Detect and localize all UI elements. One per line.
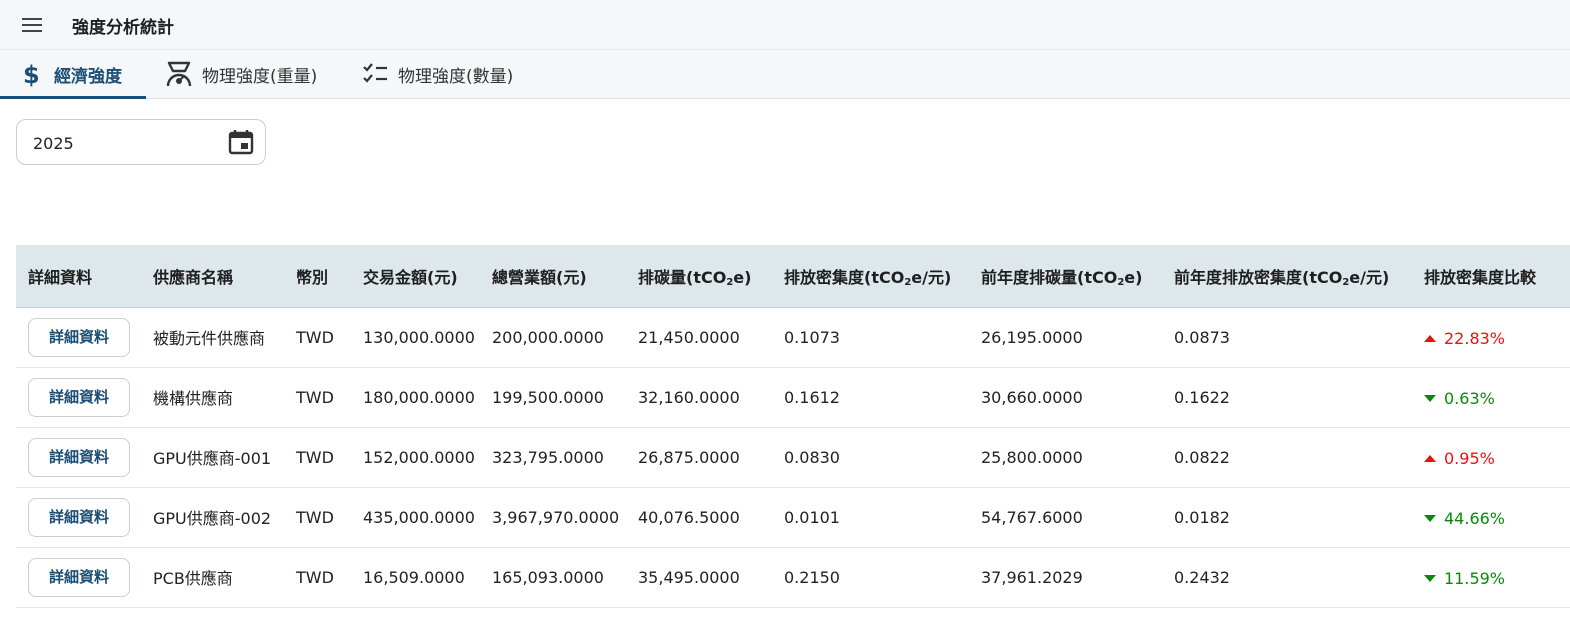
- arrow-up-icon: [1424, 334, 1436, 342]
- revenue-cell: 323,795.0000: [492, 447, 604, 467]
- amount-cell: 130,000.0000: [363, 327, 475, 347]
- calendar-icon[interactable]: [227, 128, 255, 156]
- intensity-cell: 0.0101: [784, 507, 840, 527]
- compare-value: 0.63%: [1444, 388, 1495, 408]
- table-row: 詳細資料 被動元件供應商 TWD 130,000.0000 200,000.0000 21…: [16, 307, 1570, 367]
- supplier-cell: 被動元件供應商: [153, 329, 266, 348]
- detail-cell: 詳細資料: [16, 367, 141, 427]
- app-header: 強度分析統計: [0, 0, 1570, 50]
- compare-cell: 0.95%: [1412, 427, 1570, 487]
- col-header-currency: 幣別: [284, 245, 351, 308]
- detail-cell: 詳細資料: [16, 427, 141, 487]
- checklist-icon: [360, 59, 390, 89]
- supplier-cell: GPU供應商-001: [153, 449, 272, 468]
- emission-cell: 32,160.0000: [638, 387, 740, 407]
- tab-label: 物理強度(重量): [202, 66, 318, 87]
- scale-icon: [164, 59, 194, 89]
- table-row: 詳細資料 PCB供應商 TWD 16,509.0000 165,093.0000 35,4…: [16, 547, 1570, 607]
- currency-cell: TWD: [296, 447, 334, 467]
- col-header-prev-emission: 前年度排碳量(tCO2e): [969, 245, 1162, 308]
- arrow-up-icon: [1424, 454, 1436, 462]
- tab-label: 經濟強度: [54, 66, 122, 87]
- col-header-detail: 詳細資料: [16, 245, 141, 308]
- page-title: 強度分析統計: [72, 18, 174, 38]
- compare-value: 11.59%: [1444, 568, 1506, 588]
- emission-cell: 40,076.5000: [638, 507, 740, 527]
- currency-cell: TWD: [296, 567, 334, 587]
- arrow-down-icon: [1424, 514, 1436, 522]
- compare-cell: 44.66%: [1412, 487, 1570, 547]
- amount-cell: 180,000.0000: [363, 387, 475, 407]
- detail-button[interactable]: 詳細資料: [28, 497, 130, 537]
- supplier-cell: GPU供應商-002: [153, 509, 272, 528]
- compare-cell: 0.63%: [1412, 367, 1570, 427]
- revenue-cell: 200,000.0000: [492, 327, 604, 347]
- arrow-down-icon: [1424, 394, 1436, 402]
- prev-intensity-cell: 0.0873: [1174, 327, 1230, 347]
- tab-physical-count[interactable]: 物理強度(數量): [360, 50, 540, 98]
- revenue-cell: 165,093.0000: [492, 567, 604, 587]
- tab-label: 物理強度(數量): [398, 66, 514, 87]
- emission-cell: 26,875.0000: [638, 447, 740, 467]
- tab-physical-weight[interactable]: 物理強度(重量): [164, 50, 344, 98]
- table-header-row: 詳細資料 供應商名稱 幣別 交易金額(元) 總營業額(元) 排碳量(tCO2e)…: [16, 245, 1570, 308]
- intensity-table: 詳細資料 供應商名稱 幣別 交易金額(元) 總營業額(元) 排碳量(tCO2e)…: [16, 245, 1570, 608]
- prev-intensity-cell: 0.1622: [1174, 387, 1230, 407]
- prev-emission-cell: 30,660.0000: [981, 387, 1083, 407]
- prev-intensity-cell: 0.0182: [1174, 507, 1230, 527]
- prev-emission-cell: 25,800.0000: [981, 447, 1083, 467]
- detail-button[interactable]: 詳細資料: [28, 377, 130, 417]
- currency-cell: TWD: [296, 387, 334, 407]
- tab-bar: $ 經濟強度 物理強度(重量) 物理強度(數量): [0, 50, 1570, 99]
- emission-cell: 21,450.0000: [638, 327, 740, 347]
- col-header-emission: 排碳量(tCO2e): [626, 245, 772, 308]
- supplier-cell: 機構供應商: [153, 389, 234, 408]
- revenue-cell: 199,500.0000: [492, 387, 604, 407]
- detail-button[interactable]: 詳細資料: [28, 437, 130, 477]
- prev-emission-cell: 26,195.0000: [981, 327, 1083, 347]
- detail-cell: 詳細資料: [16, 547, 141, 607]
- compare-value: 0.95%: [1444, 448, 1495, 468]
- detail-button[interactable]: 詳細資料: [28, 557, 130, 597]
- col-header-revenue: 總營業額(元): [480, 245, 626, 308]
- col-header-prev-intensity: 前年度排放密集度(tCO2e/元): [1162, 245, 1412, 308]
- detail-cell: 詳細資料: [16, 487, 141, 547]
- intensity-cell: 0.0830: [784, 447, 840, 467]
- prev-emission-cell: 54,767.6000: [981, 507, 1083, 527]
- col-header-intensity: 排放密集度(tCO2e/元): [772, 245, 969, 308]
- svg-text:$: $: [23, 61, 40, 87]
- table-row: 詳細資料 機構供應商 TWD 180,000.0000 199,500.0000 32,1…: [16, 367, 1570, 427]
- amount-cell: 435,000.0000: [363, 507, 475, 527]
- currency-cell: TWD: [296, 327, 334, 347]
- col-header-amount: 交易金額(元): [351, 245, 480, 308]
- amount-cell: 16,509.0000: [363, 567, 465, 587]
- intensity-cell: 0.1073: [784, 327, 840, 347]
- intensity-cell: 0.2150: [784, 567, 840, 587]
- revenue-cell: 3,967,970.0000: [492, 507, 620, 527]
- tab-economic-intensity[interactable]: $ 經濟強度: [0, 50, 146, 99]
- detail-button[interactable]: 詳細資料: [28, 317, 130, 357]
- hamburger-menu-icon[interactable]: [21, 15, 43, 35]
- table-row: 詳細資料 GPU供應商-001 TWD 152,000.0000 323,795.000…: [16, 427, 1570, 487]
- intensity-cell: 0.1612: [784, 387, 840, 407]
- supplier-cell: PCB供應商: [153, 569, 233, 588]
- emission-cell: 35,495.0000: [638, 567, 740, 587]
- amount-cell: 152,000.0000: [363, 447, 475, 467]
- col-header-compare: 排放密集度比較: [1412, 245, 1570, 308]
- compare-value: 44.66%: [1444, 508, 1506, 528]
- prev-emission-cell: 37,961.2029: [981, 567, 1083, 587]
- col-header-supplier: 供應商名稱: [141, 245, 284, 308]
- compare-value: 22.83%: [1444, 328, 1506, 348]
- year-input[interactable]: [33, 132, 213, 154]
- dollar-icon: $: [16, 59, 46, 89]
- detail-cell: 詳細資料: [16, 307, 141, 367]
- compare-cell: 22.83%: [1412, 307, 1570, 367]
- prev-intensity-cell: 0.0822: [1174, 447, 1230, 467]
- arrow-down-icon: [1424, 574, 1436, 582]
- table-row: 詳細資料 GPU供應商-002 TWD 435,000.0000 3,967,970.0…: [16, 487, 1570, 547]
- compare-cell: 11.59%: [1412, 547, 1570, 607]
- year-picker[interactable]: [16, 119, 266, 165]
- prev-intensity-cell: 0.2432: [1174, 567, 1230, 587]
- currency-cell: TWD: [296, 507, 334, 527]
